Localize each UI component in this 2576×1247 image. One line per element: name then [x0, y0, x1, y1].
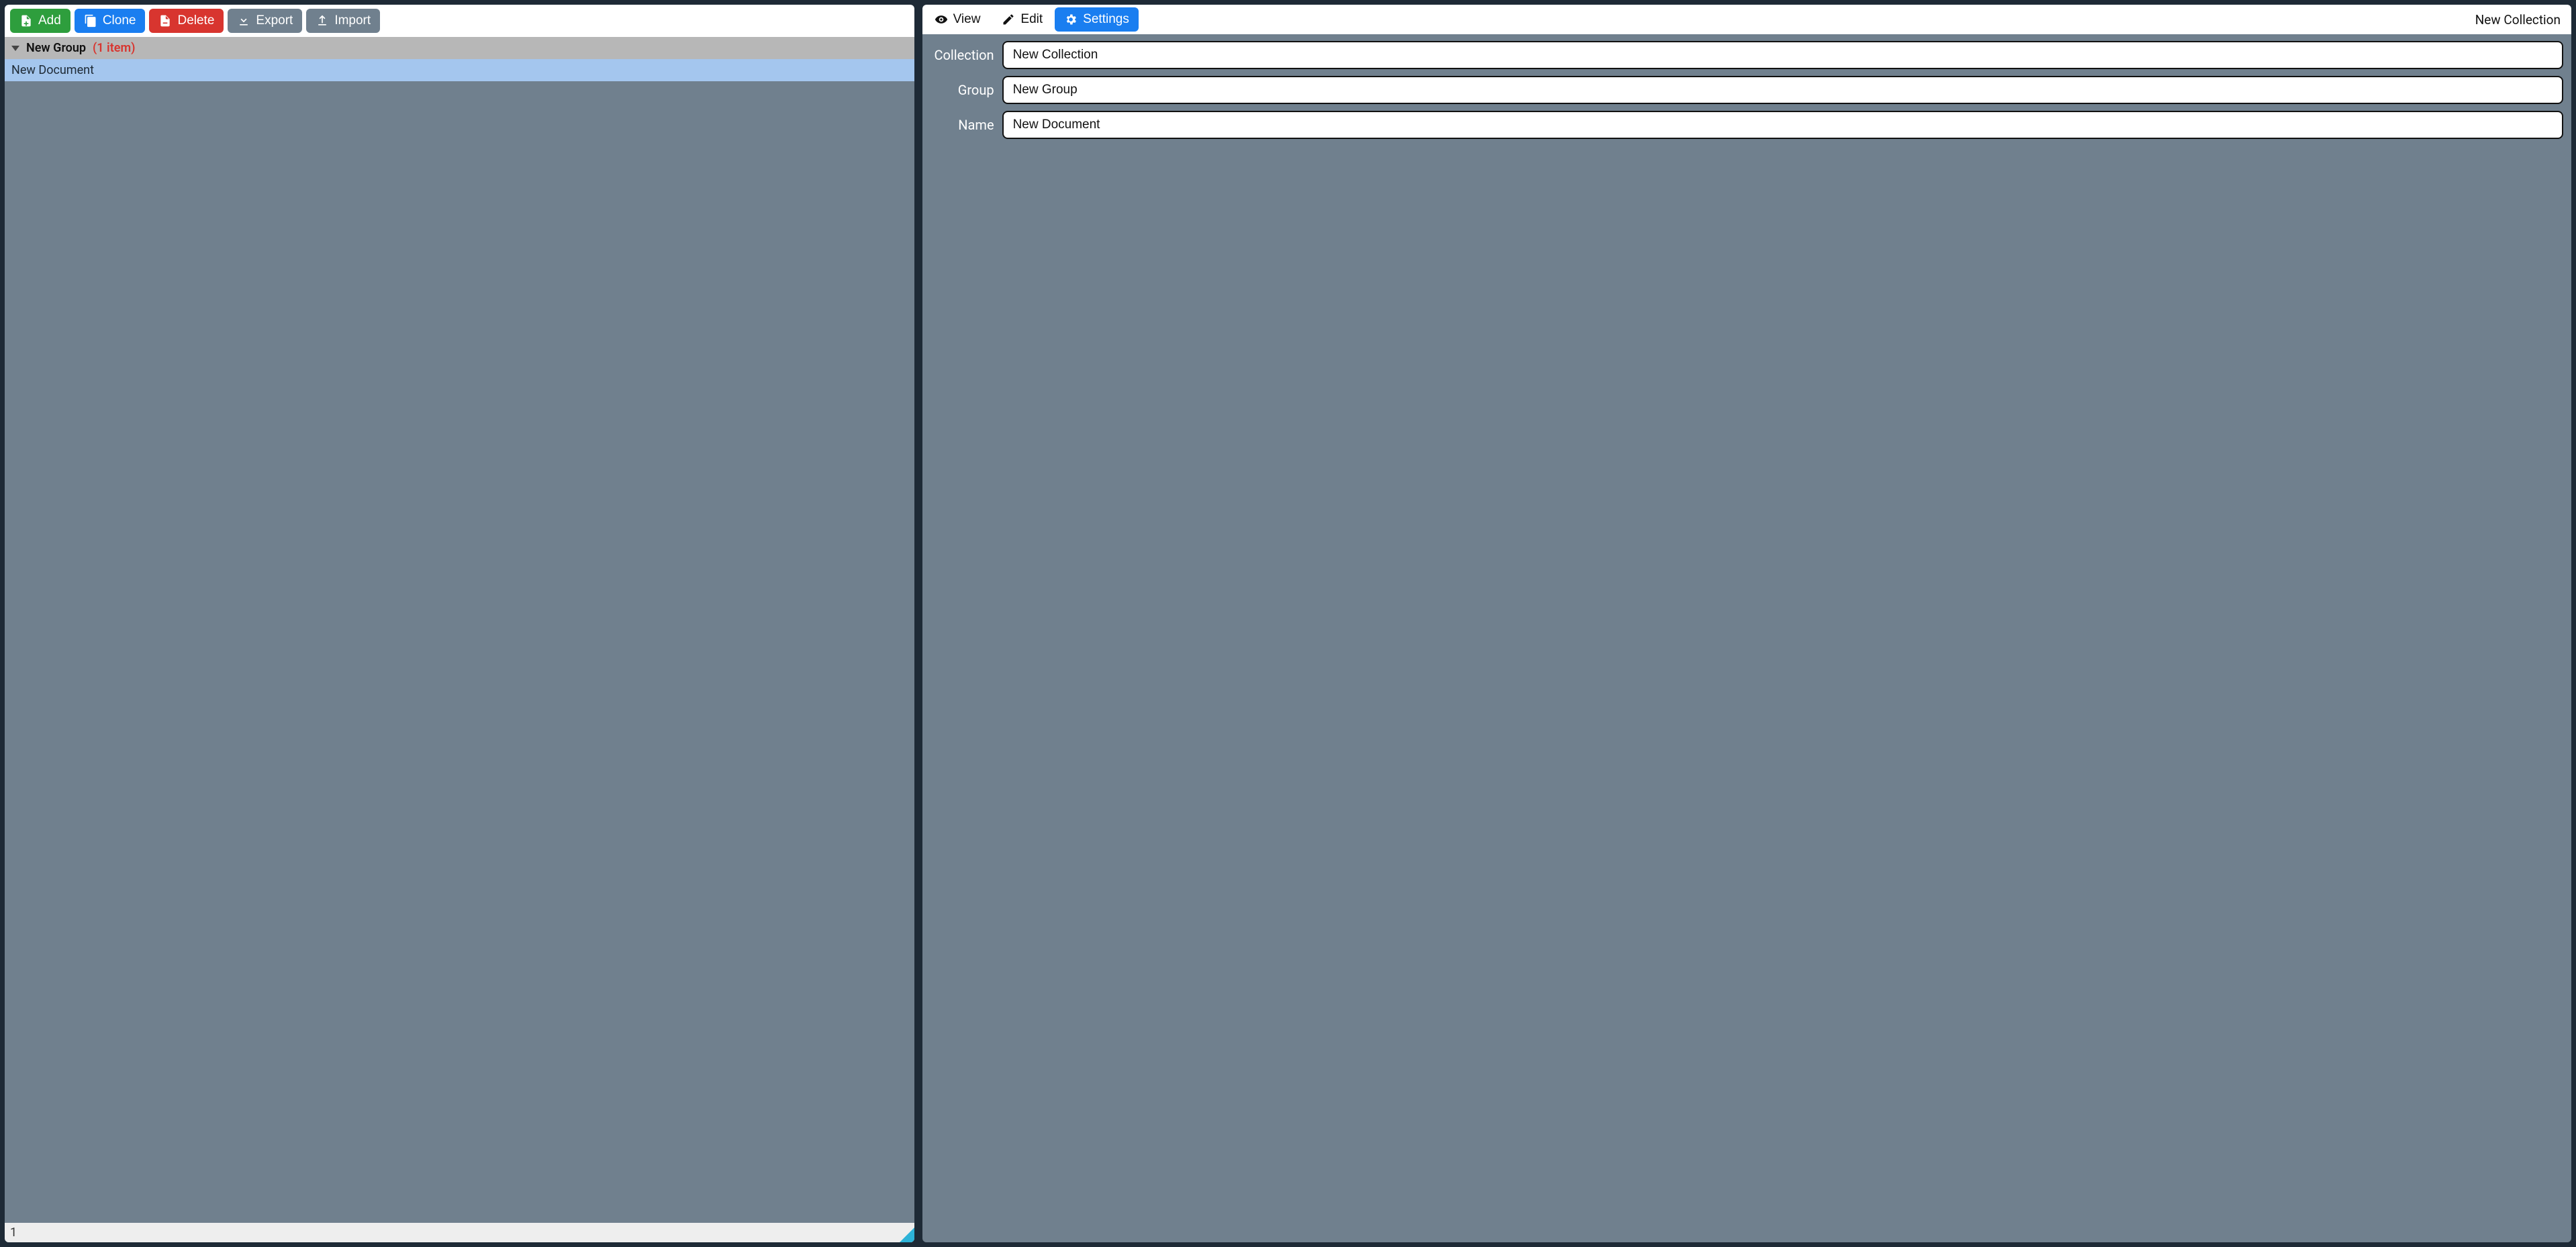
export-button-label: Export — [256, 13, 293, 28]
clone-button[interactable]: Clone — [75, 9, 146, 33]
group-count: (1 item) — [93, 41, 135, 55]
file-minus-icon — [158, 14, 172, 28]
tab-edit[interactable]: Edit — [992, 7, 1052, 32]
sidebar-panel: Add Clone Delete Export Import — [3, 3, 916, 1244]
main-panel: View Edit Settings New Collection Collec… — [921, 3, 2573, 1244]
group-header[interactable]: New Group (1 item) — [5, 37, 914, 59]
eye-icon — [935, 13, 948, 26]
form-row-collection: Collection — [931, 41, 2563, 69]
delete-button[interactable]: Delete — [149, 9, 224, 33]
tab-view-label: View — [953, 12, 981, 27]
tab-settings[interactable]: Settings — [1055, 7, 1139, 32]
group-label: Group — [931, 82, 994, 98]
pencil-icon — [1002, 13, 1015, 26]
settings-form: Collection Group Name — [922, 34, 2571, 146]
sidebar-toolbar: Add Clone Delete Export Import — [5, 5, 914, 37]
document-list: New Document — [5, 59, 914, 1223]
group-input[interactable] — [1002, 76, 2563, 104]
collection-label: Collection — [931, 47, 994, 63]
clone-button-label: Clone — [103, 13, 136, 28]
footer-count: 1 — [10, 1226, 17, 1240]
gear-icon — [1064, 13, 1078, 26]
group-name: New Group — [26, 41, 86, 55]
download-icon — [237, 14, 250, 28]
list-item-label: New Document — [11, 63, 94, 77]
tab-bar: View Edit Settings New Collection — [922, 5, 2571, 34]
export-button[interactable]: Export — [228, 9, 302, 33]
file-plus-icon — [19, 14, 33, 28]
tab-settings-label: Settings — [1083, 12, 1129, 27]
form-row-name: Name — [931, 111, 2563, 139]
sidebar-footer: 1 — [5, 1223, 914, 1242]
upload-icon — [316, 14, 329, 28]
tab-view[interactable]: View — [925, 7, 990, 32]
add-button[interactable]: Add — [10, 9, 70, 33]
collection-input[interactable] — [1002, 41, 2563, 69]
add-button-label: Add — [38, 13, 61, 28]
panel-title: New Collection — [2475, 12, 2565, 28]
import-button[interactable]: Import — [306, 9, 380, 33]
form-row-group: Group — [931, 76, 2563, 104]
tab-edit-label: Edit — [1020, 12, 1043, 27]
import-button-label: Import — [334, 13, 371, 28]
chevron-down-icon — [11, 46, 19, 51]
name-label: Name — [931, 117, 994, 133]
name-input[interactable] — [1002, 111, 2563, 139]
list-item[interactable]: New Document — [5, 59, 914, 82]
copy-icon — [84, 14, 97, 28]
delete-button-label: Delete — [177, 13, 214, 28]
